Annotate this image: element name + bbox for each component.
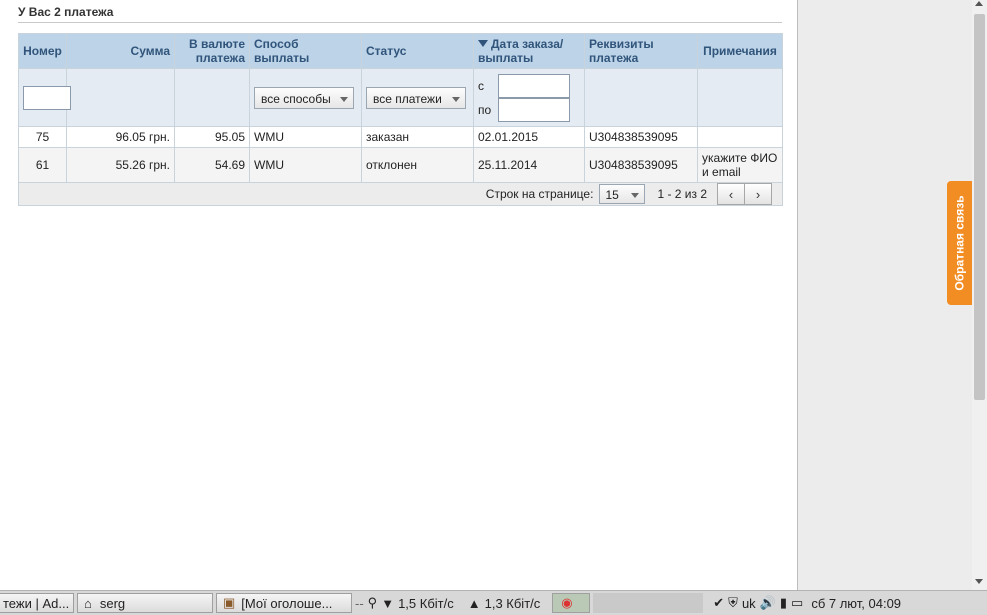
cell-number: 61 <box>18 147 67 183</box>
net-up-speed: 1,3 Кбіт/с <box>484 595 541 611</box>
shield-icon[interactable]: ✔ <box>713 595 724 611</box>
scroll-up-icon[interactable] <box>975 1 983 6</box>
clock[interactable]: сб 7 лют, 04:09 <box>811 596 901 611</box>
cell-requisites: U304838539095 <box>584 126 698 148</box>
vertical-scrollbar[interactable] <box>972 0 987 590</box>
page-title: У Вас 2 платежа <box>18 5 114 19</box>
status-filter-select[interactable]: все платежи <box>366 86 466 109</box>
column-header-notes[interactable]: Примечания <box>697 33 783 69</box>
pager-row: Строк на странице: 15 1 - 2 из 2 ‹ › <box>18 182 783 206</box>
update-icon[interactable]: ⛨ <box>728 595 738 611</box>
cell-date: 25.11.2014 <box>473 147 585 183</box>
cell-requisites: U304838539095 <box>584 147 698 183</box>
cell-date: 02.01.2015 <box>473 126 585 148</box>
column-header-requisites[interactable]: Реквизиты платежа <box>584 33 698 69</box>
upload-arrow-icon: ▲ <box>467 595 481 611</box>
filter-row: все способы все платежи с по <box>18 68 783 127</box>
cell-note: укажите ФИО и email <box>697 147 783 183</box>
table-row[interactable]: 75 96.05 грн. 95.05 WMU заказан 02.01.20… <box>18 126 783 148</box>
rows-per-page-select[interactable]: 15 <box>599 184 646 204</box>
volume-icon[interactable]: 🔊 <box>760 595 776 611</box>
payments-table: Номер Сумма В валюте платежа Способ выпл… <box>18 33 783 206</box>
feedback-button[interactable]: Обратная связь <box>947 181 972 305</box>
task-placeholder <box>593 593 704 613</box>
cell-status: отклонен <box>361 147 474 183</box>
keyboard-layout[interactable]: uk <box>742 596 756 611</box>
chrome-icon: ◉ <box>561 595 573 610</box>
system-tray: ✔ ⛨ uk 🔊 ▮ ▭ сб 7 лют, 04:09 <box>713 595 901 611</box>
cell-currency: 54.69 <box>174 147 250 183</box>
column-header-date-label: Дата заказа/ выплаты <box>478 37 564 65</box>
filter-cell-empty <box>66 68 175 127</box>
feedback-label: Обратная связь <box>952 195 967 291</box>
number-filter-input[interactable] <box>23 85 71 110</box>
filter-cell-empty <box>174 68 250 127</box>
date-from-label: с <box>478 78 484 93</box>
rows-per-page-value: 15 <box>605 188 619 202</box>
cell-status: заказан <box>361 126 474 148</box>
taskbar-item[interactable]: ▣ [Мої оголоше... <box>216 593 352 613</box>
app-icon: ▣ <box>223 595 236 610</box>
table-row[interactable]: 61 55.26 грн. 54.69 WMU отклонен 25.11.2… <box>18 147 783 183</box>
chevron-down-icon <box>631 193 640 198</box>
download-arrow-icon: ▼ <box>381 595 395 611</box>
date-to-label: по <box>478 102 492 117</box>
date-to-input[interactable] <box>498 97 570 122</box>
date-from-input[interactable] <box>498 73 570 98</box>
column-header-number[interactable]: Номер <box>18 33 67 69</box>
home-icon: ⌂ <box>84 595 92 611</box>
main-content: У Вас 2 платежа Номер Сумма В валюте пла… <box>0 0 797 590</box>
column-header-status[interactable]: Статус <box>361 33 474 69</box>
cell-sum: 55.26 грн. <box>66 147 175 183</box>
taskbar-item-label: serg <box>99 595 126 611</box>
taskbar-item-label: [Мої оголоше... <box>241 595 333 611</box>
column-header-sum[interactable]: Сумма <box>66 33 175 69</box>
cell-currency: 95.05 <box>174 126 250 148</box>
rows-per-page-label: Строк на странице: <box>485 187 594 201</box>
separator-icon: -- <box>355 595 364 611</box>
taskbar-item[interactable]: тежи | Ad... <box>0 593 74 613</box>
cell-method: WMU <box>249 147 362 183</box>
chevron-left-icon: ‹ <box>728 186 734 202</box>
chevron-down-icon <box>452 96 460 102</box>
filter-cell-empty <box>584 68 698 127</box>
cell-note <box>697 126 783 148</box>
taskbar-item[interactable]: ⌂ serg <box>77 593 213 613</box>
pager: Строк на странице: 15 1 - 2 из 2 ‹ › <box>23 183 778 205</box>
signal-icon[interactable]: ▮ <box>780 595 787 611</box>
next-page-button[interactable]: › <box>744 183 772 205</box>
cell-number: 75 <box>18 126 67 148</box>
title-divider <box>18 22 782 23</box>
scroll-down-icon[interactable] <box>975 579 983 584</box>
search-icon: ⚲ <box>367 595 378 610</box>
filter-cell-empty <box>697 68 783 127</box>
net-down-speed: 1,5 Кбіт/с <box>398 595 454 611</box>
chevron-right-icon: › <box>755 186 761 202</box>
scroll-thumb[interactable] <box>974 14 985 400</box>
taskbar: тежи | Ad... ⌂ serg ▣ [Мої оголоше... --… <box>0 590 987 615</box>
method-filter-select[interactable]: все способы <box>254 86 354 109</box>
status-filter-value: все платежи <box>373 91 442 106</box>
cell-method: WMU <box>249 126 362 148</box>
page-range: 1 - 2 из 2 <box>657 187 707 201</box>
header-row: Номер Сумма В валюте платежа Способ выпл… <box>18 33 783 69</box>
column-header-date[interactable]: Дата заказа/ выплаты <box>473 33 585 69</box>
method-filter-value: все способы <box>261 91 331 106</box>
chevron-down-icon <box>340 96 348 102</box>
prev-page-button[interactable]: ‹ <box>717 183 745 205</box>
column-header-method[interactable]: Способ выплаты <box>249 33 362 69</box>
taskbar-item-label: тежи | Ad... <box>3 595 70 611</box>
cell-sum: 96.05 грн. <box>66 126 175 148</box>
battery-icon[interactable]: ▭ <box>791 595 803 611</box>
column-header-currency[interactable]: В валюте платежа <box>174 33 250 69</box>
sort-desc-icon <box>478 40 488 47</box>
chrome-task[interactable]: ◉ <box>552 593 591 613</box>
